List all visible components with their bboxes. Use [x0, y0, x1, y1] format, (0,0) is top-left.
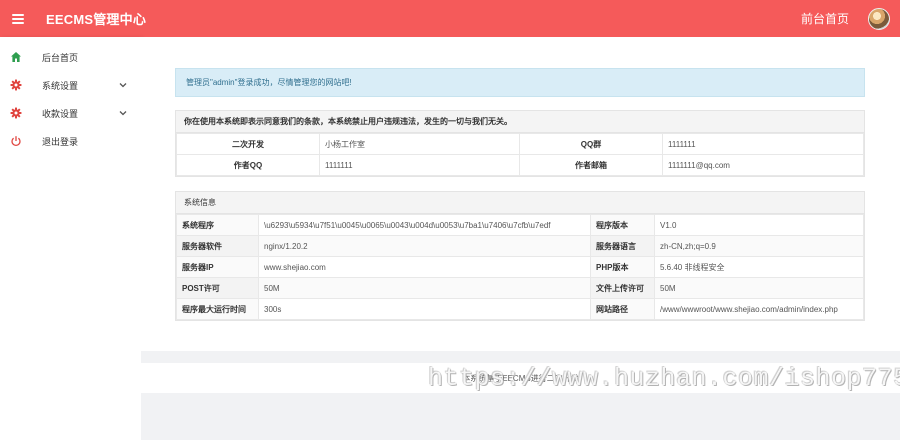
chevron-down-icon [118, 108, 128, 118]
table-row: 系统程序 \u6293\u5934\u7f51\u0045\u0065\u004… [176, 214, 864, 236]
table-label: 作者邮箱 [519, 154, 663, 176]
sidebar-item-label: 系统设置 [42, 80, 79, 91]
system-info-panel: 系统信息 系统程序 \u6293\u5934\u7f51\u0045\u0065… [175, 191, 865, 321]
sidebar: 后台首页 系统设置 收款设置 退出登录 [0, 37, 141, 440]
table-value: 1111111 [319, 154, 520, 176]
system-info-table: 系统程序 \u6293\u5934\u7f51\u0045\u0065\u004… [176, 214, 864, 320]
top-bar: EECMS管理中心 前台首页 [0, 0, 900, 37]
footer-text: 本系统基于EECMS进行二次开发 [141, 363, 900, 393]
table-value: /www/wwwroot/www.shejiao.com/admin/index… [654, 298, 864, 320]
table-label: 程序最大运行时间 [176, 298, 259, 320]
table-row: 作者QQ 1111111 作者邮箱 1111111@qq.com [176, 154, 864, 176]
table-row: 二次开发 小杨工作室 QQ群 1111111 [176, 133, 864, 155]
home-icon [9, 50, 23, 64]
gear-icon [9, 78, 23, 92]
brand-title: EECMS管理中心 [46, 12, 147, 27]
content-card: 管理员"admin"登录成功，尽情管理您的网站吧! 你在使用本系统即表示同意我们… [141, 37, 900, 351]
footer-area: 本系统基于EECMS进行二次开发 [141, 351, 900, 440]
table-label: 程序版本 [590, 214, 655, 236]
table-value: nginx/1.20.2 [258, 235, 591, 257]
table-value: 5.6.40 非线程安全 [654, 256, 864, 278]
front-home-link[interactable]: 前台首页 [801, 10, 849, 27]
table-label: PHP版本 [590, 256, 655, 278]
table-value: V1.0 [654, 214, 864, 236]
table-label: 系统程序 [176, 214, 259, 236]
table-row: 程序最大运行时间 300s 网站路径 /www/wwwroot/www.shej… [176, 298, 864, 320]
system-info-title: 系统信息 [176, 192, 864, 214]
table-value: 50M [654, 277, 864, 299]
power-icon [9, 134, 23, 148]
table-value: 50M [258, 277, 591, 299]
terms-title: 你在使用本系统即表示同意我们的条款，本系统禁止用户违规违法，发生的一切与我们无关… [176, 111, 864, 133]
sidebar-item-dashboard[interactable]: 后台首页 [0, 43, 141, 71]
sidebar-item-payment-settings[interactable]: 收款设置 [0, 99, 141, 127]
table-label: POST许可 [176, 277, 259, 299]
table-label: 服务器语言 [590, 235, 655, 257]
table-value: 300s [258, 298, 591, 320]
sidebar-item-label: 收款设置 [42, 108, 79, 119]
table-label: QQ群 [519, 133, 663, 155]
table-row: 服务器IP www.shejiao.com PHP版本 5.6.40 非线程安全 [176, 256, 864, 278]
table-label: 服务器IP [176, 256, 259, 278]
table-label: 二次开发 [176, 133, 320, 155]
avatar[interactable] [868, 7, 890, 30]
table-value: 1111111 [662, 133, 864, 155]
table-value: zh-CN,zh;q=0.9 [654, 235, 864, 257]
table-label: 服务器软件 [176, 235, 259, 257]
gear-icon [9, 106, 23, 120]
table-label: 网站路径 [590, 298, 655, 320]
login-success-alert: 管理员"admin"登录成功，尽情管理您的网站吧! [175, 68, 865, 97]
table-label: 作者QQ [176, 154, 320, 176]
chevron-down-icon [118, 80, 128, 90]
main-area: 管理员"admin"登录成功，尽情管理您的网站吧! 你在使用本系统即表示同意我们… [141, 37, 900, 440]
sidebar-item-logout[interactable]: 退出登录 [0, 127, 141, 155]
author-info-table: 二次开发 小杨工作室 QQ群 1111111 作者QQ 1111111 作者邮箱… [176, 133, 864, 176]
menu-toggle-icon[interactable] [12, 13, 24, 24]
sidebar-item-label: 退出登录 [42, 136, 79, 147]
sidebar-item-system-settings[interactable]: 系统设置 [0, 71, 141, 99]
terms-panel: 你在使用本系统即表示同意我们的条款，本系统禁止用户违规违法，发生的一切与我们无关… [175, 110, 865, 177]
table-value: www.shejiao.com [258, 256, 591, 278]
table-label: 文件上传许可 [590, 277, 655, 299]
table-value: 1111111@qq.com [662, 154, 864, 176]
table-row: 服务器软件 nginx/1.20.2 服务器语言 zh-CN,zh;q=0.9 [176, 235, 864, 257]
table-value: \u6293\u5934\u7f51\u0045\u0065\u0043\u00… [258, 214, 591, 236]
sidebar-item-label: 后台首页 [42, 52, 79, 63]
top-right-area: 前台首页 [801, 7, 900, 30]
table-row: POST许可 50M 文件上传许可 50M [176, 277, 864, 299]
table-value: 小杨工作室 [319, 133, 520, 155]
